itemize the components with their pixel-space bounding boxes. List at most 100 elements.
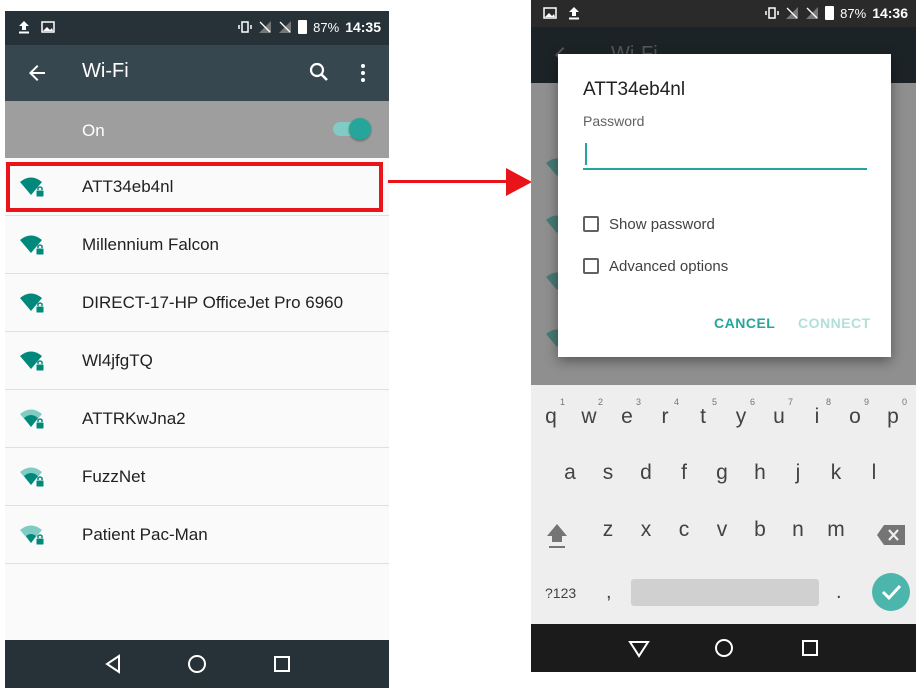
search-icon[interactable] — [307, 60, 331, 84]
battery-icon — [298, 20, 308, 34]
image-icon — [543, 7, 557, 19]
wifi-network-item[interactable]: ATTRKwJna2 — [5, 390, 389, 448]
key-a[interactable]: a — [554, 461, 586, 485]
key-u[interactable]: 7u — [763, 397, 795, 429]
backspace-icon[interactable] — [876, 524, 906, 546]
recents-square-icon[interactable] — [798, 636, 822, 660]
status-bar: 87% 14:36 — [531, 0, 916, 27]
home-circle-icon[interactable] — [712, 636, 736, 660]
password-label: Password — [583, 113, 645, 129]
toggle-knob — [349, 118, 371, 140]
cancel-button[interactable]: CANCEL — [714, 315, 775, 331]
wifi-network-name: Millennium Falcon — [82, 235, 219, 254]
wifi-network-item[interactable]: DIRECT-17-HP OfficeJet Pro 6960 — [5, 274, 389, 332]
key-n[interactable]: n — [782, 518, 814, 542]
password-input[interactable] — [583, 138, 867, 170]
clock: 14:36 — [872, 5, 908, 21]
key-x[interactable]: x — [630, 518, 662, 542]
left-phone-screen: 87% 14:35 Wi-Fi On ATT34eb4nl Millennium… — [5, 11, 389, 688]
key-g[interactable]: g — [706, 461, 738, 485]
key-e[interactable]: 3e — [611, 397, 643, 429]
more-vert-icon[interactable] — [351, 61, 375, 85]
key-d[interactable]: d — [630, 461, 662, 485]
key-h[interactable]: h — [744, 461, 776, 485]
wifi-network-item[interactable]: FuzzNet — [5, 448, 389, 506]
annotation-arrow-line — [388, 180, 508, 183]
vibrate-icon — [765, 7, 779, 19]
no-signal-icon — [259, 21, 272, 33]
advanced-options-checkbox[interactable] — [583, 258, 599, 274]
navigation-bar — [531, 624, 916, 672]
period-key[interactable]: . — [836, 581, 842, 604]
wifi-lock-icon — [20, 467, 45, 488]
key-y[interactable]: 6y — [725, 397, 757, 429]
show-password-row[interactable]: Show password — [583, 214, 715, 234]
comma-key[interactable]: , — [606, 581, 612, 604]
right-phone-screen: 87% 14:36 Wi-Fi ATT34eb4nl Password Show… — [531, 0, 916, 672]
status-bar: 87% 14:35 — [5, 11, 389, 45]
wifi-network-item[interactable]: Patient Pac-Man — [5, 506, 389, 564]
key-k[interactable]: k — [820, 461, 852, 485]
battery-icon — [825, 6, 835, 20]
wifi-network-item[interactable]: Millennium Falcon — [5, 216, 389, 274]
wifi-lock-icon — [20, 409, 45, 430]
keyboard-row-4: ?123 , . — [531, 573, 916, 621]
navigation-bar — [5, 640, 389, 688]
check-icon — [881, 584, 902, 601]
enter-key[interactable] — [872, 573, 910, 611]
wifi-network-name: Patient Pac-Man — [82, 525, 208, 544]
shift-icon[interactable] — [545, 522, 569, 550]
keyboard-row-3: z x c v b n m — [531, 518, 916, 564]
annotation-arrow-head — [506, 168, 532, 196]
key-m[interactable]: m — [820, 518, 852, 542]
text-cursor — [585, 143, 587, 165]
symbols-key[interactable]: ?123 — [545, 585, 576, 601]
key-l[interactable]: l — [858, 461, 890, 485]
dialog-title: ATT34eb4nl — [583, 79, 686, 100]
battery-percent: 87% — [840, 5, 867, 21]
clock: 14:35 — [345, 19, 381, 35]
wifi-network-name: Wl4jfgTQ — [82, 351, 153, 370]
image-icon — [41, 21, 55, 33]
upload-icon — [19, 21, 29, 34]
back-triangle-icon[interactable] — [627, 636, 651, 660]
key-v[interactable]: v — [706, 518, 738, 542]
key-t[interactable]: 5t — [687, 397, 719, 429]
advanced-options-row[interactable]: Advanced options — [583, 256, 728, 276]
key-w[interactable]: 2w — [573, 397, 605, 429]
wifi-network-item[interactable]: Wl4jfgTQ — [5, 332, 389, 390]
wifi-toggle-switch[interactable] — [333, 118, 371, 140]
no-signal-icon — [279, 21, 292, 33]
selection-highlight — [6, 162, 383, 212]
wifi-network-list: ATT34eb4nl Millennium Falcon DIRECT-17-H… — [5, 158, 389, 564]
show-password-checkbox[interactable] — [583, 216, 599, 232]
home-circle-icon[interactable] — [185, 652, 209, 676]
keyboard-row-2: a s d f g h j k l — [531, 461, 916, 507]
vibrate-icon — [238, 21, 252, 33]
key-z[interactable]: z — [592, 518, 624, 542]
key-s[interactable]: s — [592, 461, 624, 485]
wifi-network-name: ATTRKwJna2 — [82, 409, 186, 428]
space-bar[interactable] — [631, 579, 819, 606]
upload-icon — [569, 7, 579, 20]
wifi-lock-icon — [20, 525, 45, 546]
back-triangle-icon[interactable] — [101, 652, 125, 676]
wifi-lock-icon — [20, 293, 45, 314]
key-q[interactable]: 1q — [535, 397, 567, 429]
app-bar: Wi-Fi — [5, 45, 389, 101]
key-o[interactable]: 9o — [839, 397, 871, 429]
key-i[interactable]: 8i — [801, 397, 833, 429]
arrow-back-icon[interactable] — [25, 61, 49, 85]
wifi-lock-icon — [20, 235, 45, 256]
key-b[interactable]: b — [744, 518, 776, 542]
wifi-toggle-bar[interactable]: On — [5, 101, 389, 158]
key-p[interactable]: 0p — [877, 397, 909, 429]
key-f[interactable]: f — [668, 461, 700, 485]
recents-square-icon[interactable] — [270, 652, 294, 676]
no-signal-icon — [786, 7, 799, 19]
key-r[interactable]: 4r — [649, 397, 681, 429]
key-c[interactable]: c — [668, 518, 700, 542]
connect-button[interactable]: CONNECT — [798, 315, 871, 331]
key-j[interactable]: j — [782, 461, 814, 485]
battery-percent: 87% — [313, 19, 340, 35]
